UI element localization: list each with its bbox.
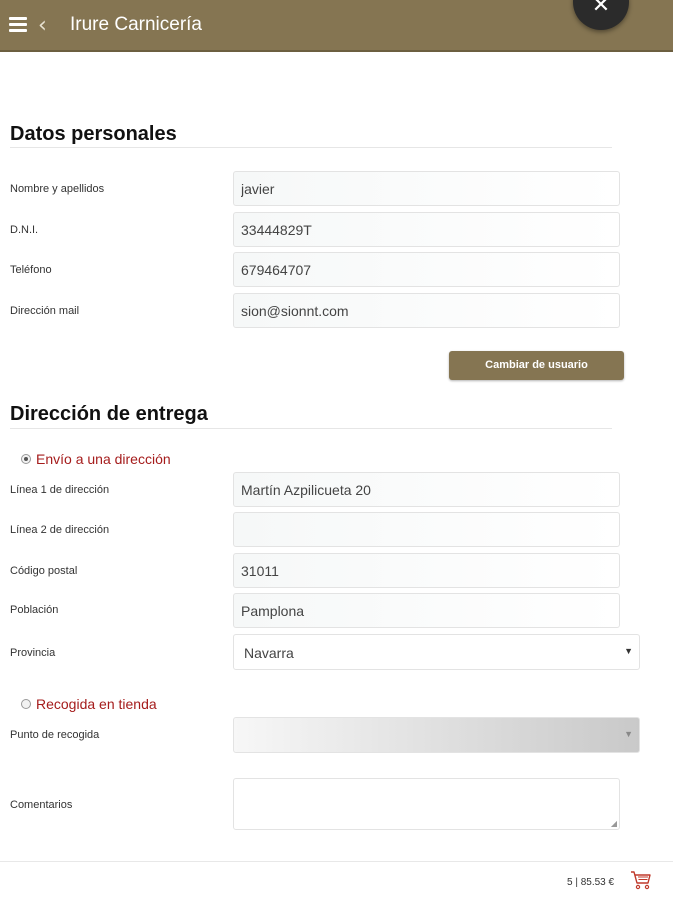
radio-unchecked-icon[interactable]	[21, 699, 31, 709]
hamburger-menu-icon[interactable]	[9, 17, 27, 33]
dni-label: D.N.I.	[10, 224, 39, 236]
delivery-address-radio[interactable]: Envío a una dirección	[21, 451, 171, 467]
cart-summary: 5 | 85.53 €	[567, 877, 615, 888]
section-title-delivery: Dirección de entrega	[10, 403, 208, 425]
change-user-button[interactable]: Cambiar de usuario	[449, 351, 624, 380]
chevron-left-icon[interactable]: ‹	[38, 13, 47, 38]
store-pickup-radio[interactable]: Recogida en tienda	[21, 696, 157, 712]
name-label: Nombre y apellidos	[10, 183, 105, 195]
address-line2-label: Línea 2 de dirección	[10, 524, 110, 536]
province-value: Navarra	[244, 645, 294, 661]
name-field[interactable]	[233, 171, 620, 206]
radio-checked-icon[interactable]	[21, 454, 31, 464]
shopping-cart-icon[interactable]	[630, 870, 652, 890]
postal-code-label: Código postal	[10, 565, 78, 577]
section-title-personal: Datos personales	[10, 123, 177, 145]
comments-label: Comentarios	[10, 799, 73, 811]
close-icon: ✕	[591, 0, 611, 18]
email-label: Dirección mail	[10, 305, 80, 317]
province-select[interactable]: Navarra ▼	[233, 634, 640, 670]
province-label: Provincia	[10, 647, 56, 659]
footer-divider	[0, 861, 673, 862]
address-line2-field[interactable]	[233, 512, 620, 547]
resize-handle-icon[interactable]: ◢	[611, 819, 617, 828]
email-field[interactable]	[233, 293, 620, 328]
city-label: Población	[10, 604, 59, 616]
phone-field[interactable]	[233, 252, 620, 287]
section-divider	[10, 147, 612, 148]
city-field[interactable]	[233, 593, 620, 628]
store-pickup-label: Recogida en tienda	[36, 696, 157, 712]
address-line1-field[interactable]	[233, 472, 620, 507]
dni-field[interactable]	[233, 212, 620, 247]
address-line1-label: Línea 1 de dirección	[10, 484, 110, 496]
comments-textarea[interactable]: ◢	[233, 778, 620, 830]
pickup-point-select[interactable]: ▼	[233, 717, 640, 753]
phone-label: Teléfono	[10, 264, 52, 276]
delivery-address-label: Envío a una dirección	[36, 451, 171, 467]
postal-code-field[interactable]	[233, 553, 620, 588]
pickup-point-label: Punto de recogida	[10, 729, 100, 741]
dropdown-arrow-icon: ▼	[624, 646, 633, 656]
section-divider	[10, 428, 612, 429]
dropdown-arrow-icon: ▼	[624, 729, 633, 739]
app-title: Irure Carnicería	[70, 14, 202, 35]
